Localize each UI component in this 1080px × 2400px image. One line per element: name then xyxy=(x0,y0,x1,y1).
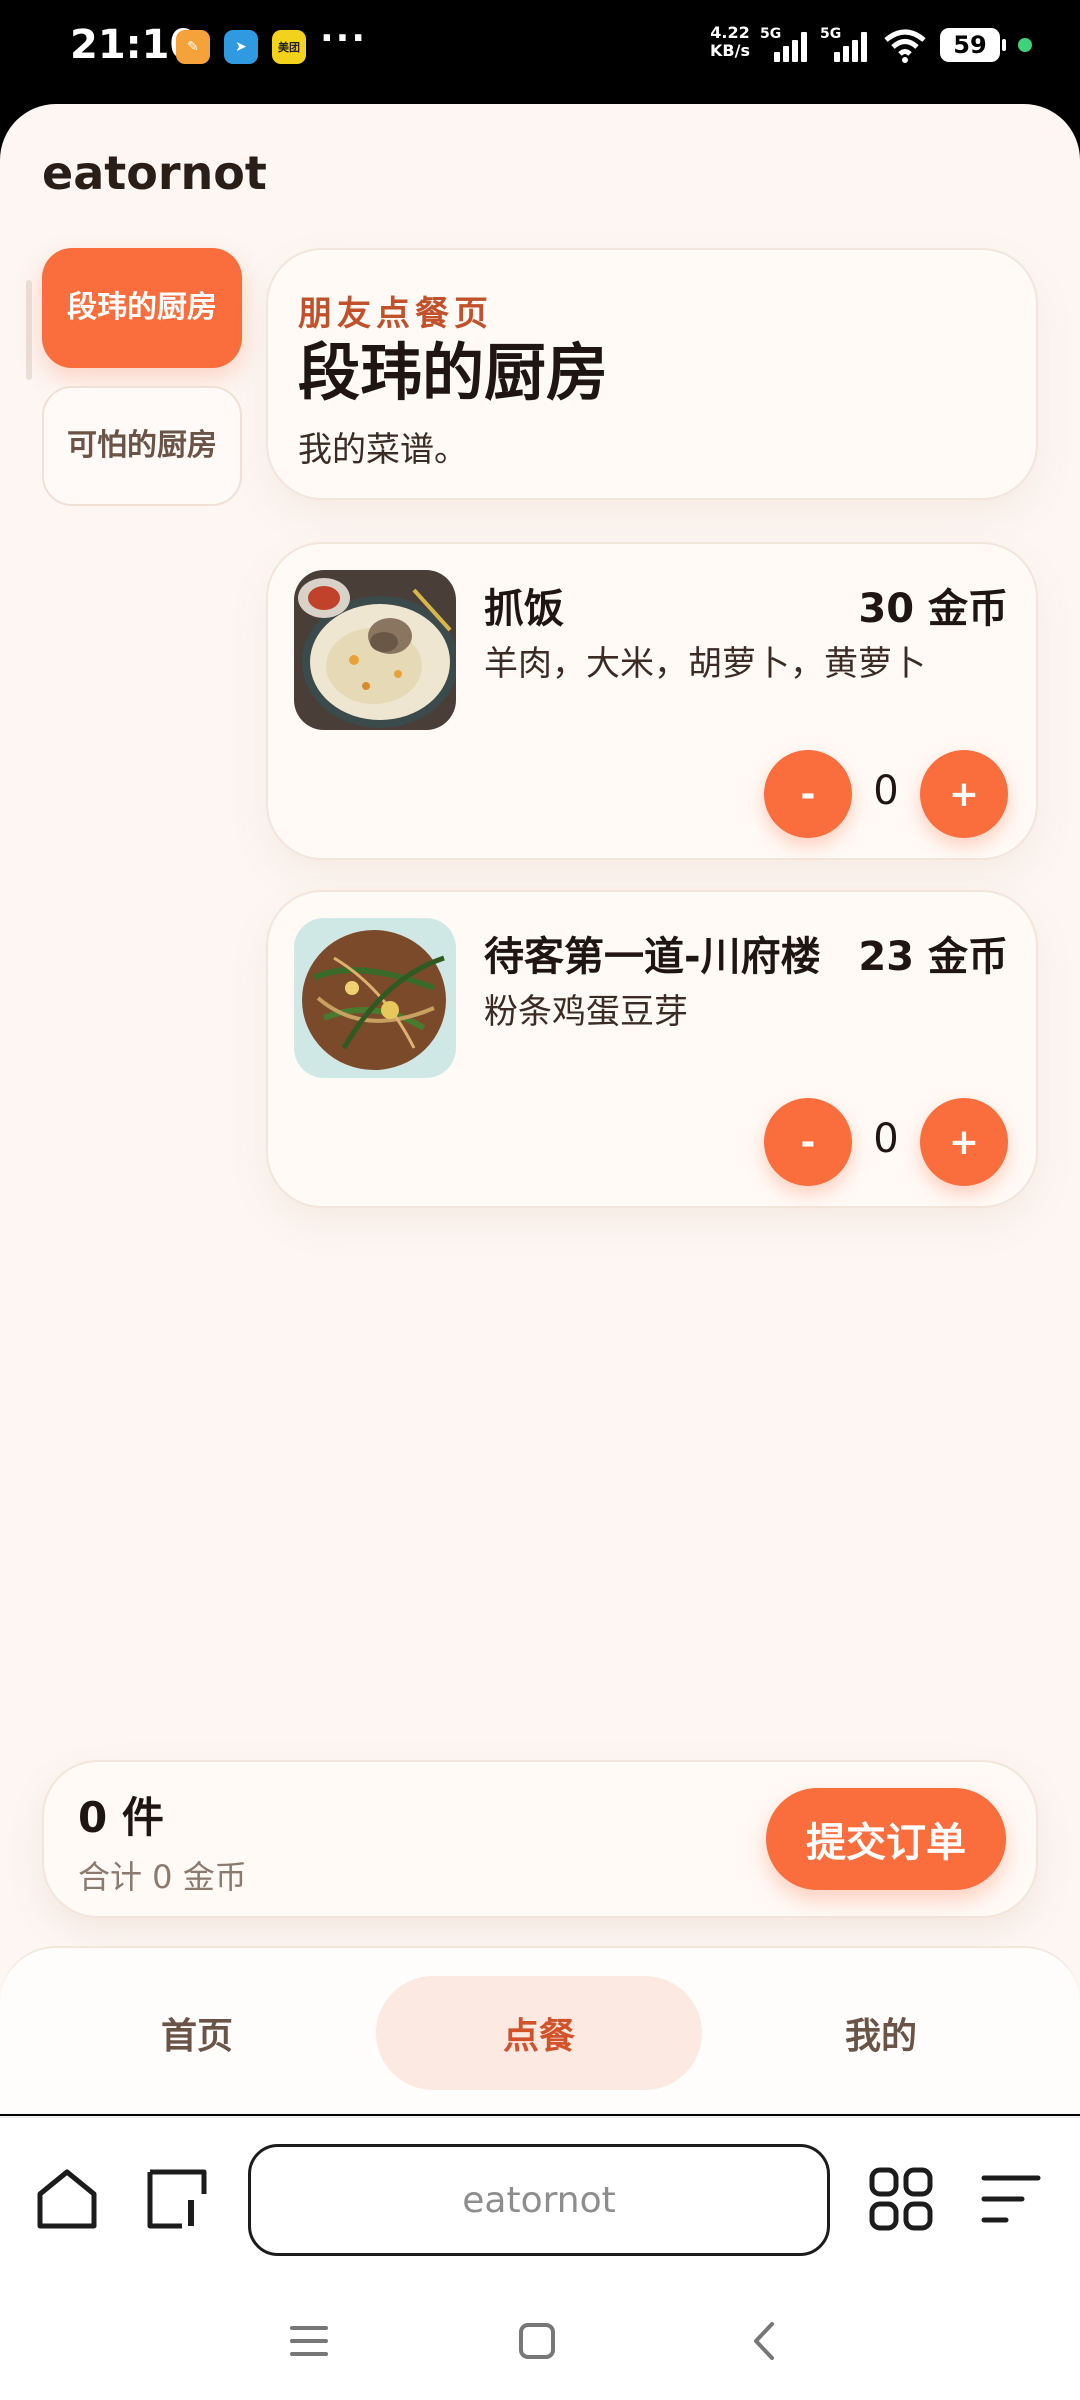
kitchen-description: 我的菜谱。 xyxy=(298,430,468,470)
more-notifications-icon: ··· xyxy=(320,18,368,59)
quantity-value: 0 xyxy=(873,1116,899,1162)
dish-photo-pilaf xyxy=(294,570,456,730)
dish-ingredients: 羊肉，大米，胡萝卜，黄萝卜 xyxy=(484,644,926,684)
decrease-quantity-button[interactable]: - xyxy=(764,750,852,838)
cart-item-count: 0 件 xyxy=(78,1793,164,1842)
system-navigation-bar xyxy=(0,2286,1080,2400)
signal-2-label: 5G xyxy=(820,26,842,42)
back-icon[interactable] xyxy=(740,2316,790,2366)
bottom-tab-bar: 首页 点餐 我的 xyxy=(0,1946,1080,2114)
status-bar: 21:10 ✎ ➤ 美团 ··· 4.22 KB/s 5G 5G 59 xyxy=(0,0,1080,100)
cart-total: 合计 0 金币 xyxy=(78,1858,247,1896)
signal-1-label: 5G xyxy=(760,26,782,42)
apps-grid-icon[interactable] xyxy=(866,2164,936,2234)
dish-card: 抓饭 30 金币 羊肉，大米，胡萝卜，黄萝卜 - 0 + xyxy=(266,542,1038,860)
recent-apps-icon[interactable] xyxy=(284,2316,334,2366)
menu-icon[interactable] xyxy=(976,2164,1046,2234)
kitchen-header-card: 朋友点餐页 段玮的厨房 我的菜谱。 xyxy=(266,248,1038,500)
dish-ingredients: 粉条鸡蛋豆芽 xyxy=(484,992,688,1032)
network-speed-unit: KB/s xyxy=(710,41,750,60)
tab-order[interactable]: 点餐 xyxy=(376,1976,702,2090)
network-speed-value: 4.22 xyxy=(710,23,750,42)
send-app-icon: ➤ xyxy=(224,30,258,64)
dish-name: 待客第一道-川府楼 xyxy=(484,934,821,980)
decrease-quantity-button[interactable]: - xyxy=(764,1098,852,1186)
kitchen-list-scrollbar[interactable] xyxy=(26,280,32,380)
increase-quantity-button[interactable]: + xyxy=(920,750,1008,838)
signal-2-icon: 5G xyxy=(820,26,870,64)
signal-1-icon: 5G xyxy=(760,26,810,64)
dish-photo-stirfry xyxy=(294,918,456,1078)
dish-price: 23 金币 xyxy=(858,934,1008,980)
home-icon[interactable] xyxy=(32,2164,102,2234)
tabs-icon[interactable] xyxy=(142,2164,212,2234)
app-sheet: eatornot 段玮的厨房 可怕的厨房 朋友点餐页 段玮的厨房 我的菜谱。 抓… xyxy=(0,104,1080,2114)
page-title: 段玮的厨房 xyxy=(298,336,609,409)
tab-home[interactable]: 首页 xyxy=(34,1976,360,2090)
kitchen-tab-kepa[interactable]: 可怕的厨房 xyxy=(42,386,242,506)
tab-mine[interactable]: 我的 xyxy=(718,1976,1044,2090)
charging-indicator xyxy=(1018,38,1032,52)
increase-quantity-button[interactable]: + xyxy=(920,1098,1008,1186)
app-title: eatornot xyxy=(42,146,267,200)
network-speed: 4.22 KB/s xyxy=(710,24,750,60)
wifi-icon xyxy=(884,29,926,63)
cart-summary-bar: 0 件 合计 0 金币 提交订单 xyxy=(42,1760,1038,1918)
orange-app-icon: ✎ xyxy=(176,30,210,64)
dish-card: 待客第一道-川府楼 23 金币 粉条鸡蛋豆芽 - 0 + xyxy=(266,890,1038,1208)
url-bar[interactable]: eatornot xyxy=(248,2144,830,2256)
dish-name: 抓饭 xyxy=(484,586,564,632)
meituan-app-icon: 美团 xyxy=(272,30,306,64)
battery-icon: 59 xyxy=(940,28,1006,62)
dish-price: 30 金币 xyxy=(858,586,1008,632)
browser-toolbar: eatornot xyxy=(0,2116,1080,2286)
quantity-value: 0 xyxy=(873,768,899,814)
submit-order-button[interactable]: 提交订单 xyxy=(766,1788,1006,1890)
kitchen-tab-duanwei[interactable]: 段玮的厨房 xyxy=(42,248,242,368)
home-square-icon[interactable] xyxy=(512,2316,562,2366)
